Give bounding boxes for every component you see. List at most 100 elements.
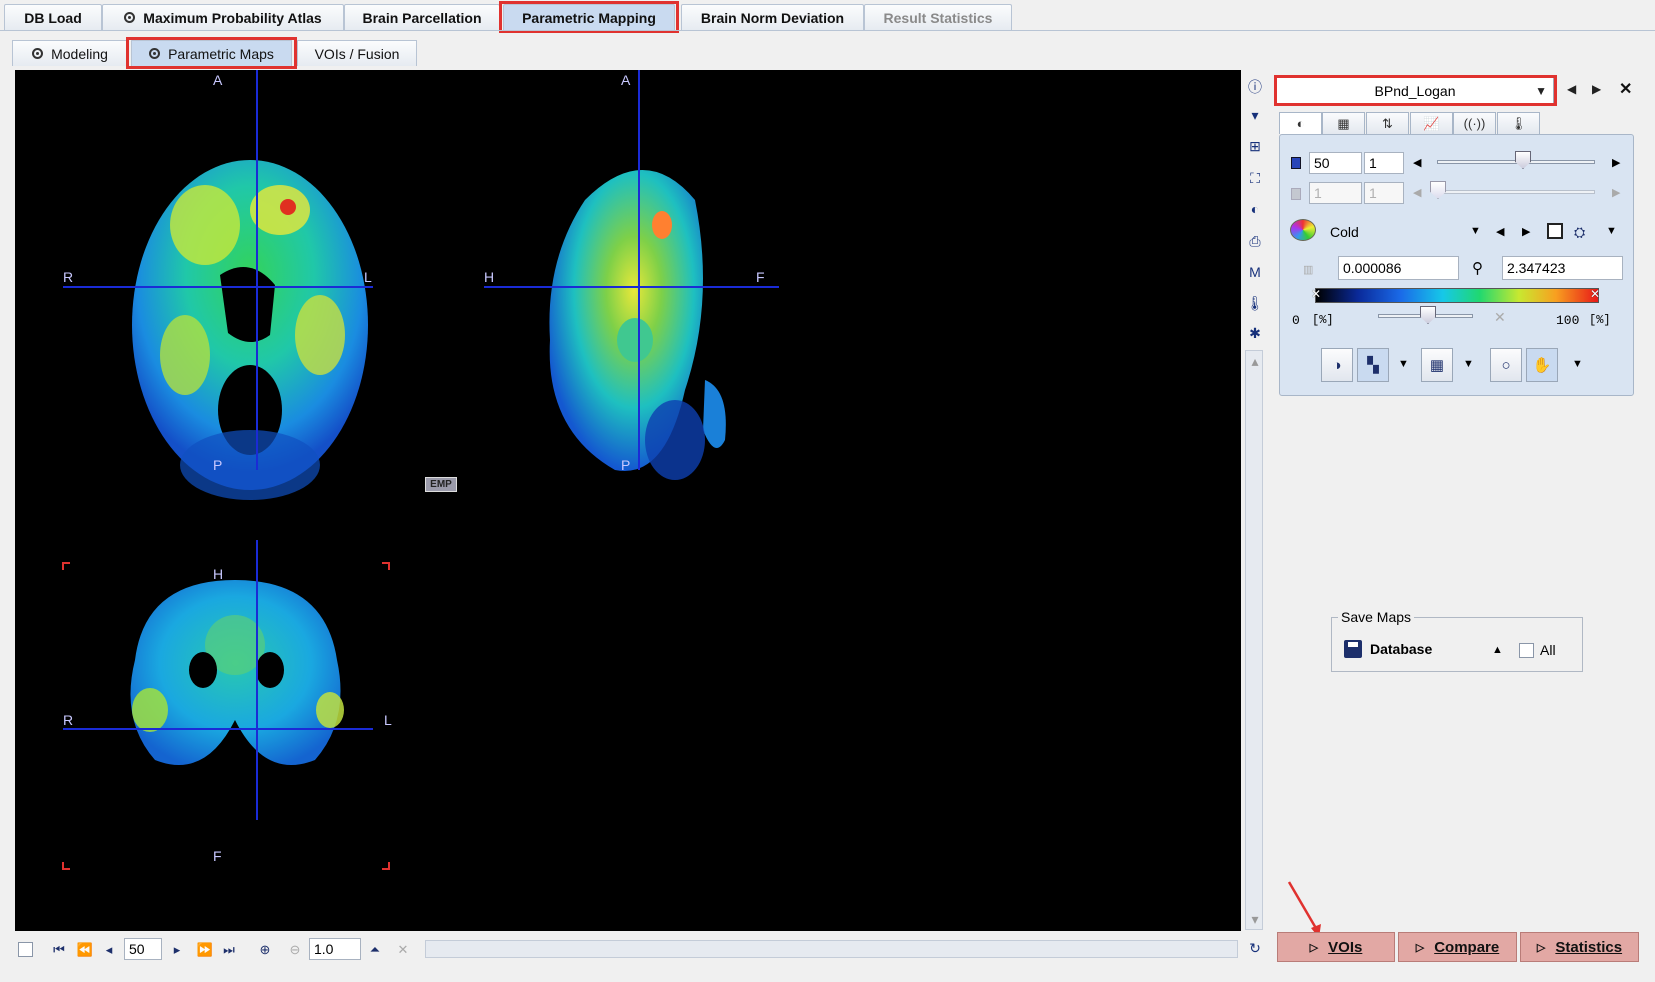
pattern-button[interactable]: ▚ — [1357, 348, 1389, 382]
colormap-invert-icon[interactable] — [1547, 223, 1563, 239]
percent-max-unit: [%] — [1589, 313, 1611, 327]
scroll-down-icon[interactable]: ▾ — [1244, 908, 1266, 930]
axial-label-right: L — [364, 269, 372, 285]
zoom-up-icon[interactable]: ⏶ — [368, 940, 382, 960]
subtab-parametric-maps[interactable]: Parametric Maps — [131, 40, 292, 66]
dropdown-triangle-icon[interactable]: ▾ — [1244, 104, 1266, 126]
frame2-prev-icon[interactable]: ◀ — [1413, 186, 1421, 199]
frame-next-icon[interactable]: ▶ — [1612, 156, 1620, 169]
step-back-icon[interactable]: ◂ — [102, 940, 116, 960]
save-database-button[interactable]: Database — [1344, 640, 1432, 658]
next-map-icon[interactable]: ▶ — [1592, 82, 1601, 96]
select-checkbox[interactable] — [18, 942, 33, 957]
last-frame-icon[interactable]: ⏭ — [222, 940, 236, 960]
tab-db-load[interactable]: DB Load — [4, 4, 102, 30]
horizontal-scrollbar[interactable] — [425, 940, 1238, 958]
contrast-icon[interactable]: ◐ — [1244, 198, 1266, 220]
viewer-vertical-scrollbar[interactable] — [1245, 350, 1263, 930]
frame2-slider-track[interactable] — [1437, 190, 1595, 194]
grid-dropdown-icon[interactable]: ▼ — [1463, 358, 1474, 370]
colormap-dropdown-icon[interactable]: ▼ — [1470, 225, 1481, 237]
save-target-dropdown-icon[interactable]: ▲ — [1492, 644, 1503, 656]
grid-button[interactable]: ▦ — [1421, 348, 1453, 382]
lower-threshold-icon: ▥ — [1303, 264, 1314, 276]
close-icon[interactable]: ✕ — [1619, 79, 1632, 99]
axial-label-left: R — [63, 269, 74, 285]
layout-icon[interactable]: ⊞ — [1244, 135, 1266, 157]
pattern-dropdown-icon[interactable]: ▼ — [1398, 358, 1409, 370]
fast-forward-icon[interactable]: ⏩ — [196, 940, 214, 960]
panel-tab-color[interactable]: ◐ — [1279, 112, 1322, 134]
coronal-crosshair-vertical — [256, 540, 258, 820]
panel-tab-signal[interactable]: ((·)) — [1453, 112, 1496, 134]
colorbar[interactable] — [1315, 288, 1599, 303]
circle-button[interactable]: ○ — [1490, 348, 1522, 382]
print-icon[interactable]: ⎙ — [1244, 230, 1266, 252]
checker-icon: ▚ — [1367, 357, 1379, 374]
colormap-settings-icon[interactable]: ⛭ — [1574, 224, 1585, 241]
frame2-input-2[interactable] — [1364, 182, 1404, 204]
tab-label: DB Load — [24, 9, 82, 26]
frame-input-1[interactable] — [1309, 152, 1362, 174]
bug-icon[interactable]: ✱ — [1244, 322, 1266, 344]
tab-maximum-probability-atlas[interactable]: Maximum Probability Atlas — [102, 4, 344, 30]
colormap-max-input[interactable] — [1502, 256, 1623, 280]
scroll-up-icon[interactable]: ▴ — [1244, 350, 1266, 372]
panel-tab-thermo[interactable]: 🌡 — [1497, 112, 1540, 134]
hand-dropdown-icon[interactable]: ▼ — [1572, 358, 1583, 370]
frame2-next-icon[interactable]: ▶ — [1612, 186, 1620, 199]
tab-brain-norm-deviation[interactable]: Brain Norm Deviation — [681, 4, 864, 30]
tab-result-statistics[interactable]: Result Statistics — [864, 4, 1012, 30]
frame-prev-icon[interactable]: ◀ — [1413, 156, 1421, 169]
statistics-label: Statistics — [1555, 938, 1623, 956]
fusion-mode-button[interactable]: ◑ — [1321, 348, 1353, 382]
compare-button[interactable]: ▷ Compare — [1398, 932, 1517, 962]
subtab-modeling[interactable]: Modeling — [12, 40, 128, 66]
chart-icon: 📈 — [1423, 115, 1440, 131]
tab-label: Brain Parcellation — [362, 9, 482, 26]
tab-parametric-mapping[interactable]: Parametric Mapping — [503, 4, 675, 30]
zoom-out-icon[interactable]: ⊖ — [286, 940, 304, 960]
fit-icon[interactable]: ⛶ — [1244, 167, 1266, 189]
percent-reset-icon[interactable]: ✕ — [1494, 309, 1506, 326]
colormap-name[interactable]: Cold — [1330, 224, 1359, 240]
frame-input-2[interactable] — [1364, 152, 1404, 174]
marker-icon[interactable]: M — [1244, 261, 1266, 283]
map-selector[interactable]: BPnd_Logan ▼ — [1276, 77, 1554, 104]
panel-tab-chart[interactable]: 📈 — [1410, 112, 1453, 134]
panel-tab-grid[interactable]: ▦ — [1322, 112, 1365, 134]
vois-button[interactable]: ▷ VOIs — [1277, 932, 1395, 962]
fast-back-icon[interactable]: ⏪ — [76, 940, 94, 960]
zoom-input[interactable] — [309, 938, 361, 960]
hand-button[interactable]: ✋ — [1526, 348, 1558, 382]
colorbar-right-marker-icon[interactable]: ✕ — [1590, 287, 1600, 301]
thermometer-icon[interactable]: 🌡 — [1244, 292, 1266, 314]
subtab-vois-fusion[interactable]: VOIs / Fusion — [297, 40, 417, 66]
radio-icon — [32, 48, 44, 59]
previous-map-icon[interactable]: ◀ — [1567, 82, 1576, 96]
annotation-arrow — [1287, 881, 1321, 938]
pin-icon[interactable]: ⚲ — [1472, 259, 1483, 277]
close-x-icon[interactable]: ✕ — [396, 940, 410, 960]
zoom-in-icon[interactable]: ⊕ — [256, 940, 274, 960]
axial-crosshair-vertical — [256, 70, 258, 470]
first-frame-icon[interactable]: ⏮ — [52, 940, 66, 960]
refresh-icon[interactable]: ↻ — [1244, 937, 1266, 959]
step-forward-icon[interactable]: ▸ — [170, 940, 184, 960]
axial-brain-image — [132, 160, 368, 500]
colorbar-left-marker-icon[interactable]: ✕ — [1311, 287, 1321, 301]
info-icon[interactable]: ⓘ — [1244, 76, 1266, 98]
colormap-min-input[interactable] — [1338, 256, 1459, 280]
panel-tab-sort[interactable]: ⇅ — [1366, 112, 1409, 134]
frame2-input-1[interactable] — [1309, 182, 1362, 204]
tab-brain-parcellation[interactable]: Brain Parcellation — [344, 4, 500, 30]
all-checkbox[interactable] — [1519, 643, 1534, 658]
axial-label-bottom: P — [213, 457, 223, 473]
image-viewer[interactable]: A P R L A P H F EMP H F R L — [15, 70, 1241, 931]
colormap-next-icon[interactable]: ▶ — [1522, 225, 1530, 238]
colormap-prev-icon[interactable]: ◀ — [1496, 225, 1504, 238]
colormap-menu-icon[interactable]: ▼ — [1606, 225, 1617, 237]
sagittal-label-left: H — [484, 269, 495, 285]
slice-input[interactable] — [124, 938, 162, 960]
statistics-button[interactable]: ▷ Statistics — [1520, 932, 1639, 962]
